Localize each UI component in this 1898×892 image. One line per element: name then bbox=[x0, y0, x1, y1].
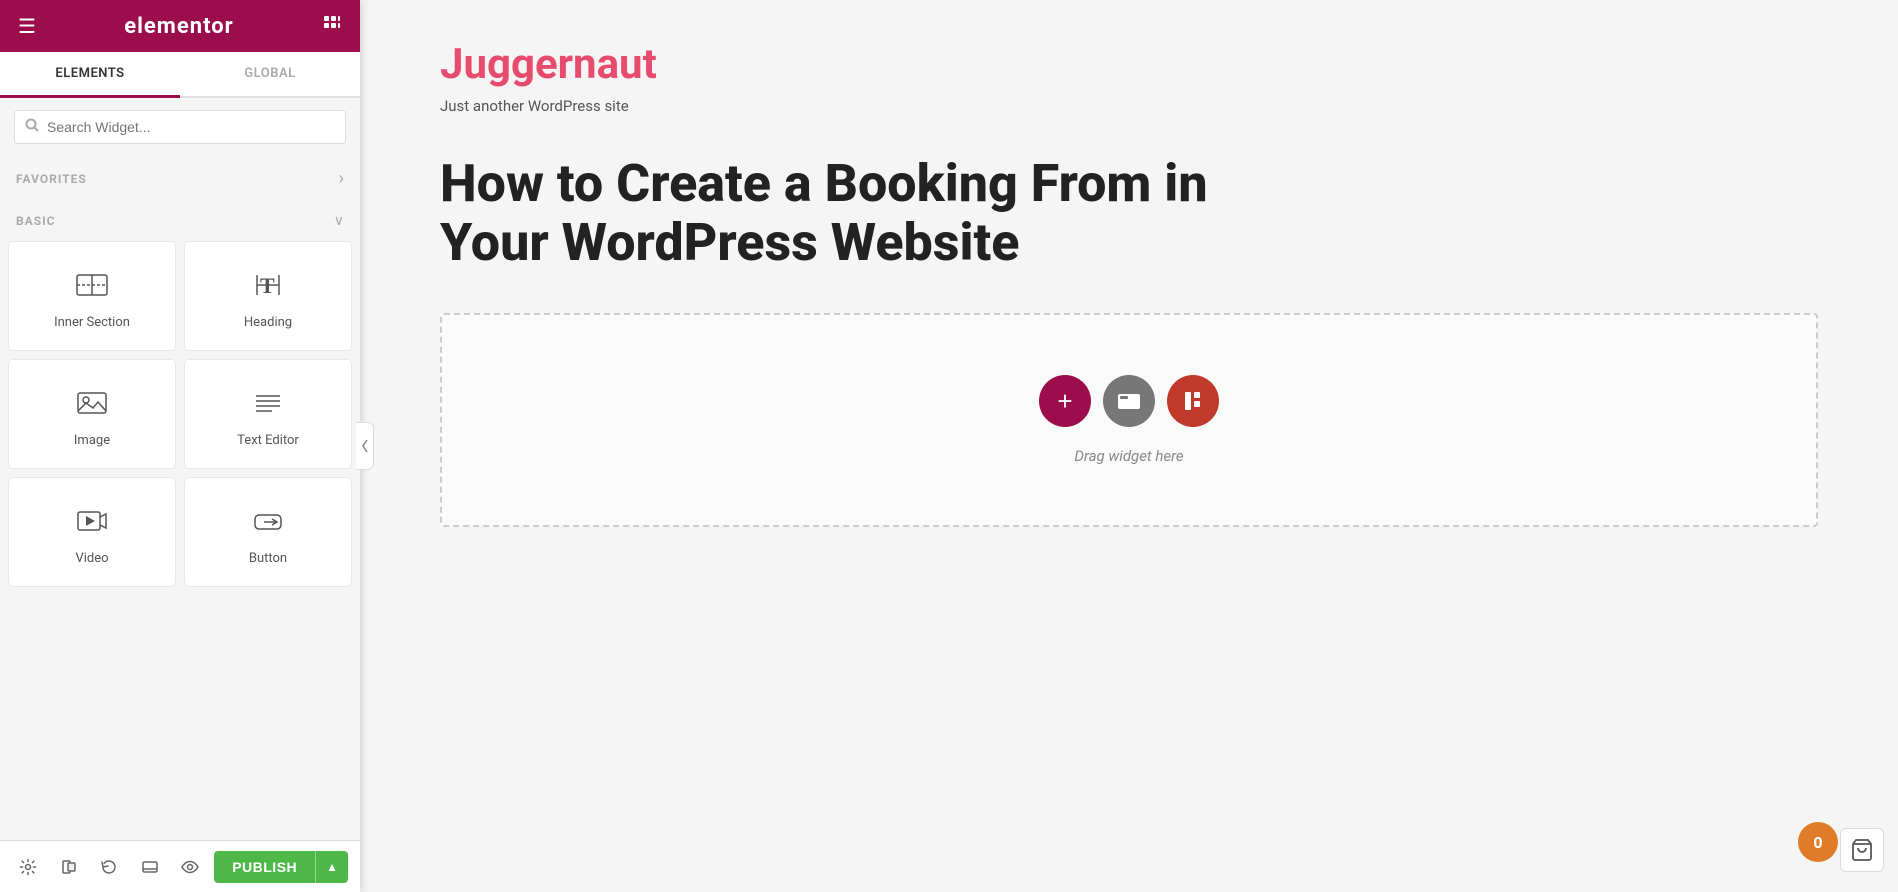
widgets-grid: Inner Section T Heading bbox=[0, 241, 360, 595]
sidebar-tabs: ELEMENTS GLOBAL bbox=[0, 52, 360, 98]
main-canvas: Juggernaut Just another WordPress site H… bbox=[360, 0, 1898, 892]
notification-badge[interactable]: 0 bbox=[1798, 822, 1838, 862]
preview-icon-btn[interactable] bbox=[174, 850, 206, 884]
search-icon bbox=[25, 118, 39, 136]
widget-text-editor[interactable]: Text Editor bbox=[184, 359, 352, 469]
video-label: Video bbox=[75, 551, 108, 566]
basic-label: BASIC bbox=[16, 214, 55, 228]
site-title: Juggernaut bbox=[440, 40, 1818, 89]
heading-icon: T bbox=[250, 267, 286, 307]
heading-label: Heading bbox=[244, 315, 292, 330]
cart-icon[interactable] bbox=[1840, 828, 1884, 872]
widget-video[interactable]: Video bbox=[8, 477, 176, 587]
inner-section-label: Inner Section bbox=[54, 315, 130, 330]
favorites-chevron-icon: › bbox=[339, 168, 344, 189]
grid-icon[interactable] bbox=[322, 14, 342, 39]
basic-section-header[interactable]: BASIC ∨ bbox=[0, 201, 360, 241]
button-label: Button bbox=[249, 551, 287, 566]
widget-button[interactable]: Button bbox=[184, 477, 352, 587]
sidebar-header: ☰ elementor bbox=[0, 0, 360, 52]
widget-inner-section[interactable]: Inner Section bbox=[8, 241, 176, 351]
button-icon bbox=[250, 503, 286, 543]
image-icon bbox=[74, 385, 110, 425]
drop-elementor-button[interactable] bbox=[1167, 375, 1219, 427]
sidebar: ☰ elementor ELEMENTS GLOBAL bbox=[0, 0, 360, 892]
collapse-handle[interactable] bbox=[356, 422, 374, 470]
drop-add-button[interactable]: + bbox=[1039, 375, 1091, 427]
publish-group: PUBLISH ▲ bbox=[214, 851, 348, 883]
widget-image[interactable]: Image bbox=[8, 359, 176, 469]
post-title: How to Create a Booking From in Your Wor… bbox=[440, 154, 1300, 274]
tab-elements[interactable]: ELEMENTS bbox=[0, 52, 180, 98]
tab-global[interactable]: GLOBAL bbox=[180, 52, 360, 96]
drop-zone[interactable]: + Drag widget here bbox=[440, 313, 1818, 527]
search-box bbox=[14, 110, 346, 144]
elementor-logo: elementor bbox=[124, 14, 234, 39]
layers-icon-btn[interactable] bbox=[52, 850, 84, 884]
widget-heading[interactable]: T Heading bbox=[184, 241, 352, 351]
image-label: Image bbox=[74, 433, 110, 448]
hamburger-icon[interactable]: ☰ bbox=[18, 14, 36, 38]
drag-widget-text: Drag widget here bbox=[1074, 447, 1183, 465]
publish-arrow-button[interactable]: ▲ bbox=[315, 851, 348, 883]
sidebar-toolbar: PUBLISH ▲ bbox=[0, 840, 360, 892]
text-editor-icon bbox=[250, 385, 286, 425]
drop-buttons: + bbox=[1039, 375, 1219, 427]
site-tagline: Just another WordPress site bbox=[440, 95, 1818, 118]
svg-text:T: T bbox=[260, 273, 275, 298]
responsive-icon-btn[interactable] bbox=[133, 850, 165, 884]
search-wrapper bbox=[0, 98, 360, 156]
settings-icon-btn[interactable] bbox=[12, 850, 44, 884]
video-icon bbox=[74, 503, 110, 543]
publish-button[interactable]: PUBLISH bbox=[214, 851, 315, 883]
favorites-label: FAVORITES bbox=[16, 172, 87, 186]
inner-section-icon bbox=[74, 267, 110, 307]
text-editor-label: Text Editor bbox=[237, 433, 299, 448]
drop-folder-button[interactable] bbox=[1103, 375, 1155, 427]
sidebar-content: FAVORITES › BASIC ∨ Inner Section bbox=[0, 156, 360, 892]
favorites-section[interactable]: FAVORITES › bbox=[0, 156, 360, 201]
search-input[interactable] bbox=[47, 119, 335, 135]
history-icon-btn[interactable] bbox=[93, 850, 125, 884]
basic-chevron-icon: ∨ bbox=[334, 213, 344, 229]
